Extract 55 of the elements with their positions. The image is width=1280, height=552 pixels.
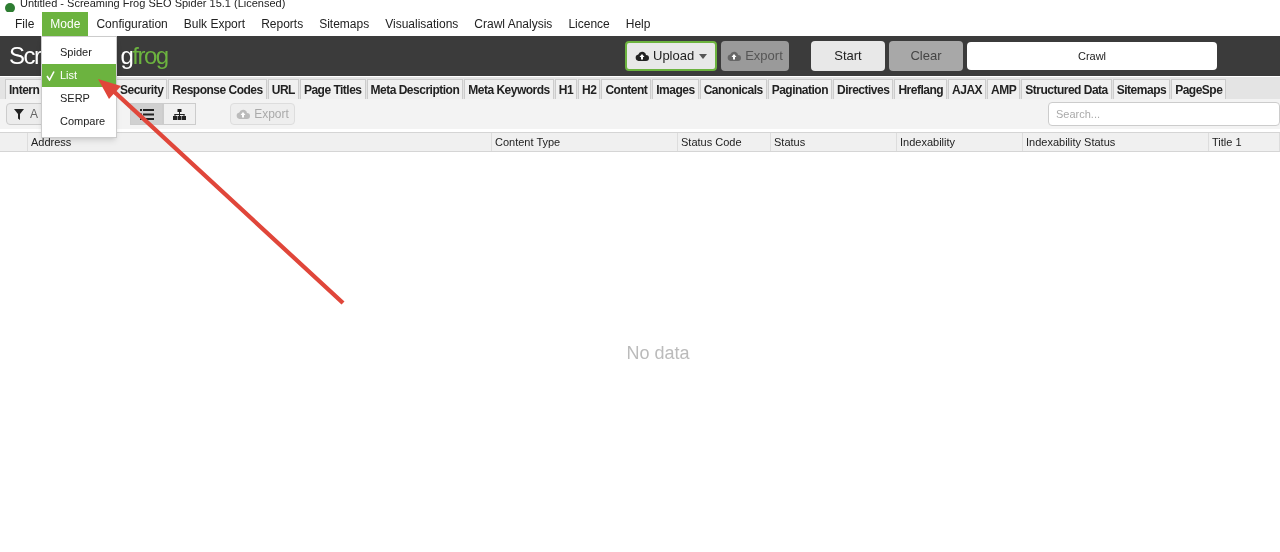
cloud-upload-icon — [635, 50, 649, 62]
tab[interactable]: H1 — [554, 79, 578, 99]
tab[interactable]: Content — [601, 79, 652, 99]
menu-item[interactable]: Reports — [253, 12, 312, 36]
upload-icon — [727, 50, 742, 62]
menu-item[interactable]: Configuration — [88, 12, 176, 36]
search-field[interactable]: Search... — [1048, 102, 1280, 126]
logo-text: g — [120, 41, 133, 71]
tab[interactable]: Sitemaps — [1112, 79, 1171, 99]
tab[interactable]: Hreflang — [894, 79, 948, 99]
window-title: Untitled - Screaming Frog SEO Spider 15.1 (Licensed) — [20, 0, 286, 9]
logo-text: frog — [132, 41, 168, 71]
tab[interactable]: Meta Keywords — [464, 79, 554, 99]
upload-button[interactable]: Upload — [625, 41, 717, 71]
view-toggle[interactable] — [163, 103, 196, 125]
tab[interactable]: AMP — [987, 79, 1021, 99]
menu-item[interactable]: Sitemaps — [311, 12, 378, 36]
menu-item[interactable]: Visualisations — [377, 12, 467, 36]
column-header[interactable]: Indexability — [897, 133, 1023, 151]
clear-button[interactable]: Clear — [889, 41, 963, 71]
tab[interactable]: Pagination — [767, 79, 832, 99]
tab[interactable]: Canonicals — [699, 79, 767, 99]
tab[interactable]: H2 — [578, 79, 601, 99]
tab[interactable]: Page Titles — [299, 79, 366, 99]
tab[interactable]: Images — [652, 79, 699, 99]
tab[interactable]: Response Codes — [168, 79, 267, 99]
menu-item[interactable]: Help — [617, 12, 659, 36]
checkmark-icon — [46, 70, 55, 81]
menu-option[interactable]: Compare — [42, 110, 116, 133]
menu-item[interactable]: File — [7, 12, 43, 36]
empty-message: No data — [626, 341, 690, 365]
logo-text: Scr — [9, 41, 41, 71]
hierarchy-icon — [173, 108, 186, 120]
tab[interactable]: Directives — [833, 79, 894, 99]
column-header[interactable]: Status — [771, 133, 897, 151]
menu-item[interactable]: Crawl Analysis — [466, 12, 561, 36]
column-header[interactable]: Indexability Status — [1023, 133, 1209, 151]
tab[interactable]: PageSpe — [1171, 79, 1227, 99]
menu-option[interactable]: SERP — [42, 87, 116, 110]
tab[interactable]: Structured Data — [1021, 79, 1112, 99]
start-button[interactable]: Start — [811, 41, 885, 71]
menu-item[interactable]: Licence — [560, 12, 618, 36]
menu-item[interactable]: Bulk Export — [175, 12, 254, 36]
tab[interactable]: AJAX — [948, 79, 987, 99]
tab[interactable]: URL — [267, 79, 299, 99]
upload-icon — [236, 108, 251, 120]
filter-icon — [14, 108, 24, 120]
menu-option[interactable]: Spider — [42, 41, 116, 64]
caret-icon — [699, 53, 707, 59]
column-header[interactable]: Content Type — [492, 133, 678, 151]
column-header[interactable]: Status Code — [678, 133, 771, 151]
url-field[interactable]: Crawl — [967, 42, 1217, 70]
column-header[interactable]: Title 1 — [1209, 133, 1280, 151]
tab[interactable]: Security — [116, 79, 168, 99]
tab[interactable]: Meta Description — [366, 79, 464, 99]
